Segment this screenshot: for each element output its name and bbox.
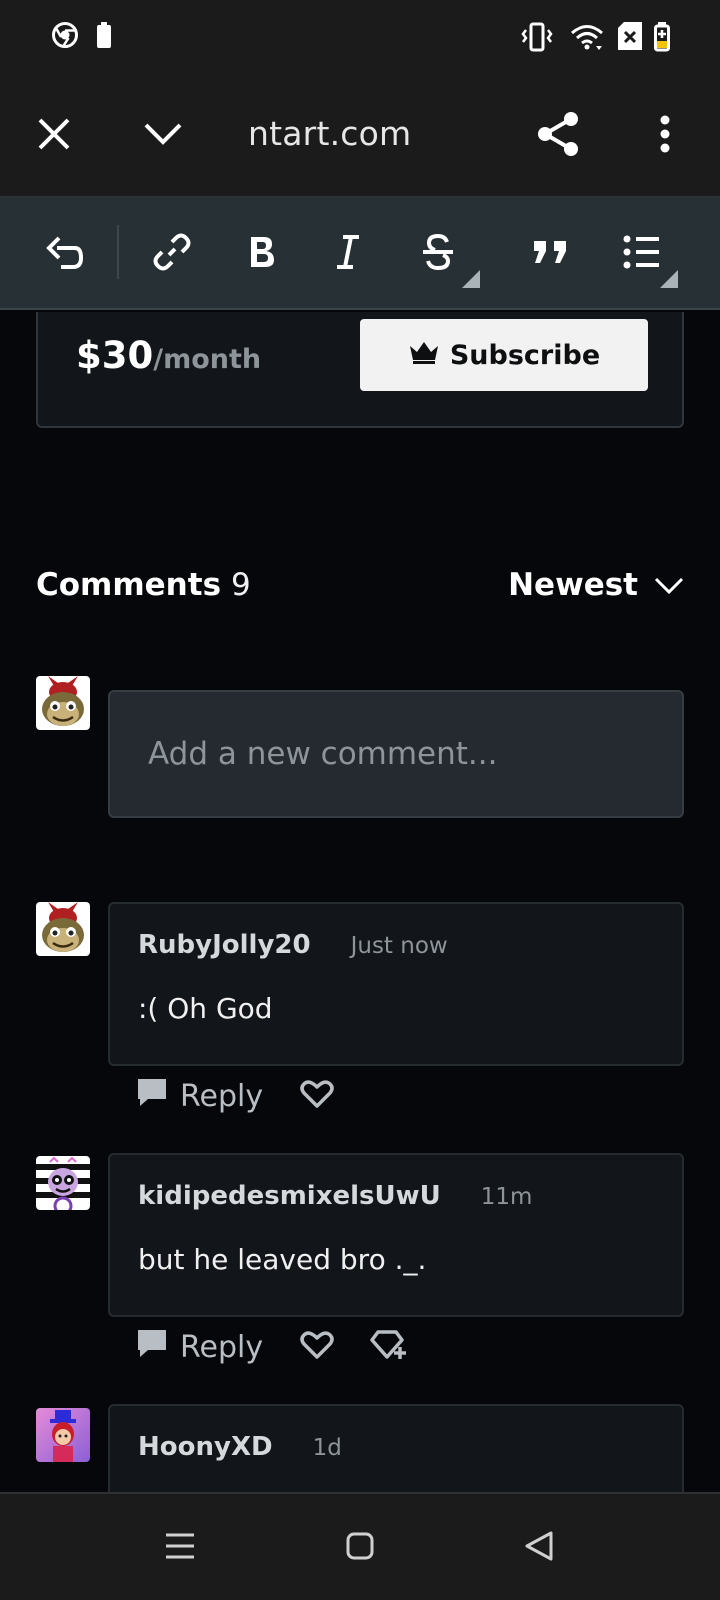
reply-label: Reply: [180, 1329, 264, 1365]
current-user-avatar[interactable]: [36, 676, 90, 730]
minimize-tab-button[interactable]: [138, 111, 188, 161]
close-icon: [37, 117, 71, 155]
share-icon: [536, 111, 580, 161]
comment-body: :( Oh God: [138, 992, 273, 1025]
link-icon: [153, 233, 191, 275]
subscribe-label: Subscribe: [449, 339, 601, 371]
home-square-icon: [346, 1532, 374, 1564]
subscription-card: $30/month Subscribe: [36, 312, 684, 428]
comment-time: 1d: [312, 1435, 342, 1461]
strikethrough-icon: [421, 233, 455, 275]
comment-avatar[interactable]: [36, 902, 90, 956]
list-menu-indicator: [660, 270, 678, 288]
battery-charging-icon: [654, 22, 670, 56]
undo-button[interactable]: [38, 228, 90, 280]
undo-icon: [45, 234, 84, 274]
chrome-icon: [52, 22, 78, 52]
italic-button[interactable]: [322, 228, 374, 280]
comment-card: HoonyXD 1d: [108, 1404, 684, 1492]
system-navigation-bar: [0, 1492, 720, 1600]
recent-apps-button[interactable]: [153, 1521, 207, 1575]
bold-button[interactable]: [236, 228, 288, 280]
share-button[interactable]: [533, 111, 583, 161]
vibrate-icon: [521, 22, 553, 56]
comment-avatar[interactable]: [36, 1408, 90, 1462]
custom-tab-toolbar: ntart.com: [0, 74, 720, 198]
comment-time: Just now: [350, 933, 448, 959]
comment-actions: Reply: [136, 1325, 411, 1369]
more-vert-icon: [660, 115, 670, 157]
comment-card: kidipedesmixelsUwU 11m but he leaved bro …: [108, 1153, 684, 1317]
heart-icon: [300, 1079, 334, 1113]
home-button[interactable]: [333, 1521, 387, 1575]
chevron-down-icon: [143, 121, 183, 151]
like-button[interactable]: [295, 1325, 339, 1369]
comment-avatar[interactable]: [36, 1156, 90, 1210]
comment-time: 11m: [480, 1184, 533, 1210]
comment-author[interactable]: HoonyXD: [138, 1432, 273, 1462]
comment-bubble-icon: [136, 1328, 168, 1366]
status-bar: [0, 0, 720, 74]
comment-card: RubyJolly20 Just now :( Oh God: [108, 902, 684, 1066]
back-triangle-icon: [524, 1530, 554, 1566]
price-amount: $30: [76, 334, 154, 377]
sort-label: Newest: [508, 567, 638, 603]
give-badge-button[interactable]: [367, 1325, 411, 1369]
bold-icon: [247, 234, 277, 274]
wifi-icon: [570, 22, 604, 56]
menu-lines-icon: [165, 1532, 195, 1564]
back-button[interactable]: [512, 1521, 566, 1575]
comment-body: but he leaved bro ._.: [138, 1243, 427, 1276]
url-text[interactable]: ntart.com: [248, 114, 411, 153]
page-content: $30/month Subscribe Comments 9 Newest Ad…: [0, 312, 720, 1492]
quote-button[interactable]: [525, 228, 577, 280]
new-comment-box[interactable]: [108, 690, 684, 818]
subscribe-button[interactable]: Subscribe: [360, 319, 648, 391]
subscription-price: $30/month: [76, 334, 261, 377]
battery-saver-icon: [97, 22, 111, 52]
italic-icon: [335, 234, 361, 274]
list-icon: [623, 234, 661, 274]
quote-icon: [532, 239, 570, 269]
comment-author[interactable]: RubyJolly20: [138, 930, 311, 960]
comment-meta: kidipedesmixelsUwU 11m: [138, 1181, 532, 1211]
comments-count: 9: [231, 567, 251, 603]
strikethrough-button[interactable]: [412, 228, 464, 280]
sort-dropdown[interactable]: Newest: [508, 567, 684, 603]
toolbar-divider: [117, 225, 119, 279]
comments-header: Comments 9 Newest: [36, 567, 684, 617]
sim-off-icon: [618, 22, 642, 54]
comment-author[interactable]: kidipedesmixelsUwU: [138, 1181, 441, 1211]
close-tab-button[interactable]: [29, 111, 79, 161]
new-comment-input[interactable]: [110, 692, 682, 816]
comment-meta: RubyJolly20 Just now: [138, 930, 448, 960]
crown-icon: [408, 340, 440, 371]
reply-button[interactable]: Reply: [136, 1077, 263, 1115]
comment-actions: Reply: [136, 1074, 339, 1118]
gem-plus-icon: [370, 1329, 408, 1365]
more-options-button[interactable]: [640, 111, 690, 161]
link-button[interactable]: [146, 228, 198, 280]
heart-icon: [300, 1330, 334, 1364]
comment-bubble-icon: [136, 1077, 168, 1115]
formatting-toolbar: [0, 198, 720, 310]
chevron-down-icon: [654, 567, 684, 603]
comment-meta: HoonyXD 1d: [138, 1432, 342, 1462]
like-button[interactable]: [295, 1074, 339, 1118]
comments-title-text: Comments: [36, 567, 222, 603]
reply-label: Reply: [180, 1078, 264, 1114]
strikethrough-menu-indicator: [462, 270, 480, 288]
comments-title: Comments 9: [36, 567, 251, 603]
price-period: /month: [153, 344, 262, 375]
reply-button[interactable]: Reply: [136, 1328, 263, 1366]
